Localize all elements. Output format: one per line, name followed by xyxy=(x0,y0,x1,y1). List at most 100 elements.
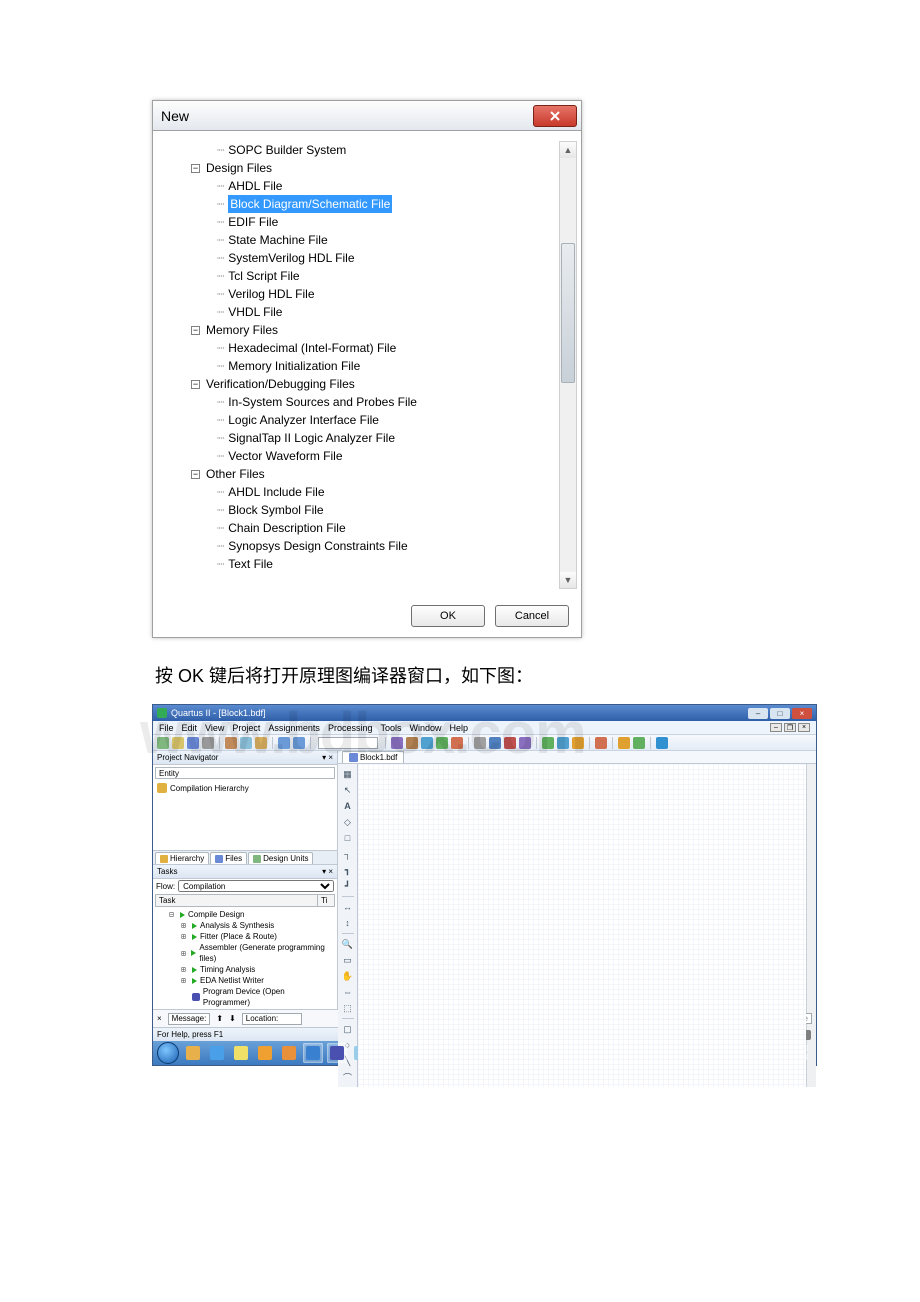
tool-icon[interactable] xyxy=(595,737,607,749)
tool-icon[interactable] xyxy=(557,737,569,749)
tool-icon[interactable] xyxy=(572,737,584,749)
location-combo[interactable]: Location: xyxy=(242,1013,302,1025)
menu-processing[interactable]: Processing xyxy=(328,723,373,733)
editor-tool-palette[interactable]: ▦ ↖ A ◇ □ ┐ ┓ ┛ ↔ ↕ 🔍 ▭ ✋ ⇔ ⬚ xyxy=(338,764,358,1087)
redo-icon[interactable] xyxy=(293,737,305,749)
close-icon[interactable] xyxy=(533,105,577,127)
tool-icon[interactable] xyxy=(474,737,486,749)
block-tool-icon[interactable]: □ xyxy=(342,832,354,844)
arc-tool-icon[interactable]: ⌒ xyxy=(342,1071,354,1083)
tree-item[interactable]: ┈Chain Description File xyxy=(167,519,559,537)
tree-item[interactable]: ┈Verilog HDL File xyxy=(167,285,559,303)
menu-assignments[interactable]: Assignments xyxy=(268,723,320,733)
tool-icon[interactable] xyxy=(519,737,531,749)
expander-icon[interactable]: − xyxy=(191,470,200,479)
save-file-icon[interactable] xyxy=(187,737,199,749)
tree-item[interactable]: ┈Block Diagram/Schematic File xyxy=(167,195,559,213)
menu-view[interactable]: View xyxy=(205,723,224,733)
zoom-fit-icon[interactable]: ▭ xyxy=(342,954,354,966)
mdi-min-icon[interactable]: – xyxy=(770,723,782,732)
editor-tabs[interactable]: Block1.bdf xyxy=(338,751,816,764)
task-row[interactable]: ⊞Assembler (Generate programming files) xyxy=(157,942,333,964)
message-type-combo[interactable]: Message: xyxy=(168,1013,211,1025)
nav-tab-design-units[interactable]: Design Units xyxy=(248,852,313,864)
tree-item[interactable]: −Verification/Debugging Files xyxy=(167,375,559,393)
flow-select[interactable]: Compilation xyxy=(178,880,334,892)
mdi-restore-icon[interactable]: ❐ xyxy=(784,723,796,732)
menu-help[interactable]: Help xyxy=(450,723,469,733)
panel-pin-icon[interactable]: ▾ × xyxy=(322,867,333,876)
tree-item[interactable]: ┈Vector Waveform File xyxy=(167,447,559,465)
tree-item[interactable]: ┈Tcl Script File xyxy=(167,267,559,285)
paste-icon[interactable] xyxy=(255,737,267,749)
task-row[interactable]: ⊟Compile Design xyxy=(157,909,333,920)
tree-item[interactable]: ┈SystemVerilog HDL File xyxy=(167,249,559,267)
rubberband-icon[interactable]: ⬚ xyxy=(342,1002,354,1014)
symbol-tool-icon[interactable]: ◇ xyxy=(342,816,354,828)
tree-item[interactable]: ┈Memory Initialization File xyxy=(167,357,559,375)
dialog-titlebar[interactable]: New xyxy=(153,101,581,131)
cut-icon[interactable] xyxy=(225,737,237,749)
project-combo[interactable] xyxy=(318,737,378,749)
tree-item[interactable]: ┈Synopsys Design Constraints File xyxy=(167,537,559,555)
tree-item[interactable]: ┈EDIF File xyxy=(167,213,559,231)
tree-item[interactable]: ┈VHDL File xyxy=(167,303,559,321)
file-type-tree[interactable]: ┈SOPC Builder System−Design Files┈AHDL F… xyxy=(167,141,559,589)
task-row[interactable]: ⊞EDA Netlist Writer xyxy=(157,975,333,986)
hand-tool-icon[interactable]: ✋ xyxy=(342,970,354,982)
nav-tabs[interactable]: HierarchyFilesDesign Units xyxy=(153,850,337,864)
task-row[interactable]: ⊞Timing Analysis xyxy=(157,964,333,975)
folder-icon[interactable] xyxy=(234,1046,248,1060)
wire-tool-icon[interactable]: ┐ xyxy=(342,848,354,860)
explorer-icon[interactable] xyxy=(186,1046,200,1060)
task-row[interactable]: ⊞Fitter (Place & Route) xyxy=(157,931,333,942)
tool-icon[interactable] xyxy=(542,737,554,749)
expander-icon[interactable]: − xyxy=(191,380,200,389)
mdi-close-icon[interactable]: × xyxy=(798,723,810,732)
tool-icon[interactable] xyxy=(633,737,645,749)
window-titlebar[interactable]: Quartus II - [Block1.bdf] – □ × xyxy=(153,705,816,721)
undo-icon[interactable] xyxy=(278,737,290,749)
tree-item[interactable]: ┈Hexadecimal (Intel-Format) File xyxy=(167,339,559,357)
flip-v-icon[interactable]: ↕ xyxy=(342,917,354,929)
bus-tool-icon[interactable]: ┓ xyxy=(342,864,354,876)
menu-edit[interactable]: Edit xyxy=(182,723,198,733)
tree-item[interactable]: ┈Logic Analyzer Interface File xyxy=(167,411,559,429)
menu-window[interactable]: Window xyxy=(409,723,441,733)
scroll-thumb[interactable] xyxy=(561,243,575,383)
conduit-tool-icon[interactable]: ┛ xyxy=(342,880,354,892)
menu-tools[interactable]: Tools xyxy=(380,723,401,733)
pan-icon[interactable]: ⇔ xyxy=(342,986,354,998)
tree-item[interactable]: −Memory Files xyxy=(167,321,559,339)
msg-nav-icon[interactable]: ⬆ xyxy=(216,1014,223,1023)
app-icon[interactable] xyxy=(282,1046,296,1060)
quartus-icon[interactable] xyxy=(306,1046,320,1060)
tool-icon[interactable] xyxy=(406,737,418,749)
menu-project[interactable]: Project xyxy=(232,723,260,733)
tree-item[interactable]: ┈AHDL Include File xyxy=(167,483,559,501)
tool-icon[interactable] xyxy=(618,737,630,749)
scrollbar-vertical[interactable]: ▲ ▼ xyxy=(559,141,577,589)
tool-icon[interactable] xyxy=(391,737,403,749)
tasks-tree[interactable]: ⊟Compile Design⊞Analysis & Synthesis⊞Fit… xyxy=(153,908,337,1009)
select-tool-icon[interactable]: ▦ xyxy=(342,768,354,780)
tree-item[interactable]: ┈SOPC Builder System xyxy=(167,141,559,159)
pointer-icon[interactable]: ↖ xyxy=(342,784,354,796)
help-icon[interactable] xyxy=(656,737,668,749)
text-tool-icon[interactable]: A xyxy=(342,800,354,812)
wmp-icon[interactable] xyxy=(258,1046,272,1060)
rectangle-tool-icon[interactable]: ▢ xyxy=(342,1023,354,1035)
tree-item[interactable]: ┈In-System Sources and Probes File xyxy=(167,393,559,411)
menu-bar[interactable]: FileEditViewProjectAssignmentsProcessing… xyxy=(153,721,816,735)
ie-icon[interactable] xyxy=(210,1046,224,1060)
tool-icon[interactable] xyxy=(489,737,501,749)
tool-icon[interactable] xyxy=(421,737,433,749)
app-icon[interactable] xyxy=(330,1046,344,1060)
flip-h-icon[interactable]: ↔ xyxy=(342,901,354,913)
tree-item[interactable]: −Design Files xyxy=(167,159,559,177)
close-icon[interactable]: × xyxy=(792,708,812,719)
task-row[interactable]: ⊞Analysis & Synthesis xyxy=(157,920,333,931)
scroll-down-icon[interactable]: ▼ xyxy=(560,572,576,588)
ok-button[interactable]: OK xyxy=(411,605,485,627)
task-row[interactable]: Program Device (Open Programmer) xyxy=(157,986,333,1008)
